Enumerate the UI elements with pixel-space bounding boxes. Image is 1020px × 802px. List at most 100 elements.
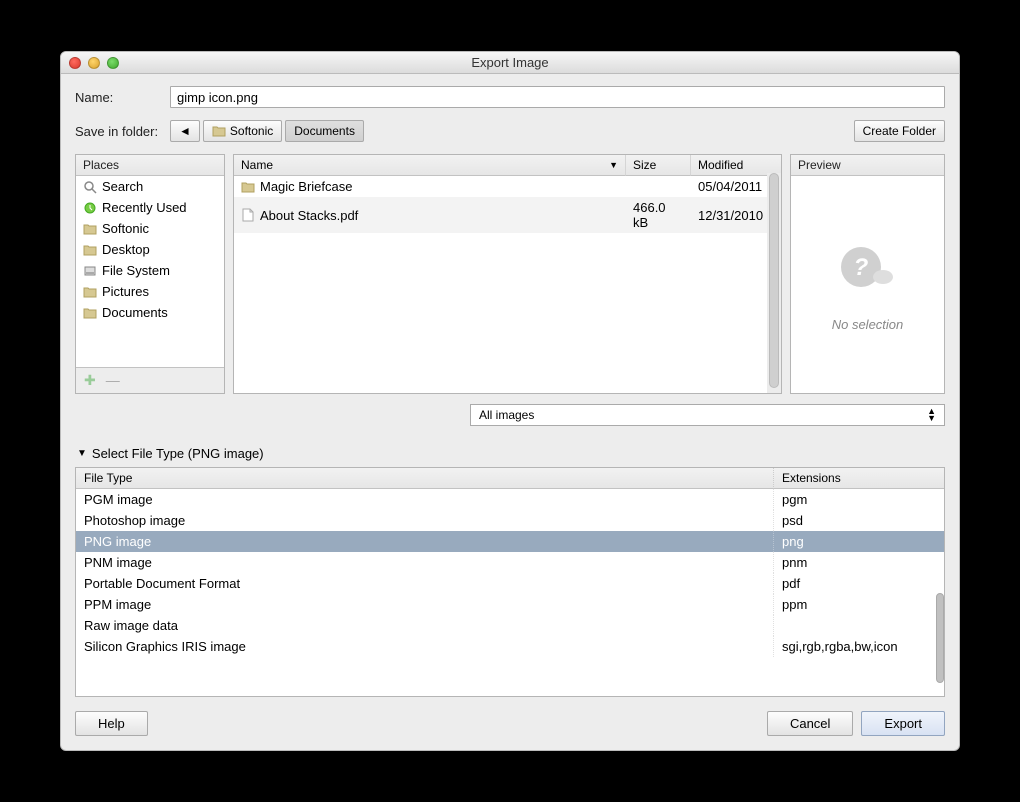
breadcrumb: ◄ Softonic Documents bbox=[170, 120, 364, 142]
folder-icon bbox=[83, 243, 97, 257]
file-size bbox=[626, 179, 691, 194]
search-icon bbox=[83, 180, 97, 194]
preview-noselection-label: No selection bbox=[832, 317, 904, 332]
filename-input[interactable] bbox=[170, 86, 945, 108]
file-type-row[interactable]: Photoshop imagepsd bbox=[76, 510, 944, 531]
export-button[interactable]: Export bbox=[861, 711, 945, 736]
file-row[interactable]: About Stacks.pdf466.0 kB12/31/2010 bbox=[234, 197, 781, 233]
file-filter-select[interactable]: All images ▲▼ bbox=[470, 404, 945, 426]
file-type-row[interactable]: PGM imagepgm bbox=[76, 489, 944, 510]
places-item[interactable]: File System bbox=[76, 260, 224, 281]
export-dialog: Export Image Name: Save in folder: ◄ Sof… bbox=[60, 51, 960, 751]
file-type-name: Photoshop image bbox=[76, 510, 774, 531]
file-icon bbox=[241, 208, 255, 222]
recent-icon bbox=[83, 201, 97, 215]
titlebar: Export Image bbox=[61, 52, 959, 74]
file-type-panel: File Type Extensions PGM imagepgmPhotosh… bbox=[75, 467, 945, 697]
file-row[interactable]: Magic Briefcase05/04/2011 bbox=[234, 176, 781, 197]
places-item-label: Pictures bbox=[102, 284, 149, 299]
file-filter-value: All images bbox=[479, 408, 534, 422]
file-type-name: Raw image data bbox=[76, 615, 774, 636]
file-type-ext bbox=[774, 615, 944, 636]
file-type-ext: pdf bbox=[774, 573, 944, 594]
file-type-name: Silicon Graphics IRIS image bbox=[76, 636, 774, 657]
create-folder-button[interactable]: Create Folder bbox=[854, 120, 945, 142]
sort-desc-icon: ▼ bbox=[609, 160, 618, 170]
preview-header: Preview bbox=[791, 155, 944, 176]
file-type-list[interactable]: PGM imagepgmPhotoshop imagepsdPNG imagep… bbox=[76, 489, 944, 696]
help-button[interactable]: Help bbox=[75, 711, 148, 736]
file-type-ext: sgi,rgb,rgba,bw,icon bbox=[774, 636, 944, 657]
name-row: Name: bbox=[75, 86, 945, 108]
file-type-scroll-thumb[interactable] bbox=[936, 593, 944, 683]
file-list[interactable]: Magic Briefcase05/04/2011 About Stacks.pd… bbox=[234, 176, 781, 393]
folder-icon bbox=[83, 306, 97, 320]
places-footer: ✚ — bbox=[76, 367, 224, 393]
file-type-name: PNG image bbox=[76, 531, 774, 552]
places-item-label: Recently Used bbox=[102, 200, 187, 215]
places-item[interactable]: Softonic bbox=[76, 218, 224, 239]
add-place-button[interactable]: ✚ bbox=[84, 372, 96, 389]
folder-icon bbox=[212, 124, 226, 138]
chevron-left-icon: ◄ bbox=[179, 124, 191, 138]
select-arrows-icon: ▲▼ bbox=[927, 408, 936, 422]
folder-row: Save in folder: ◄ Softonic Documents Cre… bbox=[75, 120, 945, 142]
column-extensions[interactable]: Extensions bbox=[774, 468, 944, 489]
places-item[interactable]: Search bbox=[76, 176, 224, 197]
file-type-row[interactable]: Silicon Graphics IRIS imagesgi,rgb,rgba,… bbox=[76, 636, 944, 657]
file-list-scrollbar[interactable] bbox=[767, 173, 781, 393]
file-type-name: PPM image bbox=[76, 594, 774, 615]
breadcrumb-back-button[interactable]: ◄ bbox=[170, 120, 200, 142]
preview-panel: Preview ? No selection bbox=[790, 154, 945, 394]
file-name: About Stacks.pdf bbox=[260, 208, 358, 223]
places-item-label: Documents bbox=[102, 305, 168, 320]
places-list[interactable]: Search Recently Used Softonic Desktop File S… bbox=[76, 176, 224, 367]
file-type-ext: psd bbox=[774, 510, 944, 531]
column-file-type[interactable]: File Type bbox=[76, 468, 774, 489]
places-item-label: Search bbox=[102, 179, 143, 194]
column-name[interactable]: Name ▼ bbox=[234, 155, 626, 176]
file-type-row[interactable]: Portable Document Formatpdf bbox=[76, 573, 944, 594]
folder-icon bbox=[241, 180, 255, 194]
file-name: Magic Briefcase bbox=[260, 179, 352, 194]
file-list-scroll-thumb[interactable] bbox=[769, 173, 779, 388]
folder-label: Save in folder: bbox=[75, 124, 170, 139]
file-type-expander[interactable]: ▼ Select File Type (PNG image) bbox=[75, 442, 945, 465]
places-item[interactable]: Documents bbox=[76, 302, 224, 323]
file-type-ext: png bbox=[774, 531, 944, 552]
places-item[interactable]: Recently Used bbox=[76, 197, 224, 218]
breadcrumb-item-softonic[interactable]: Softonic bbox=[203, 120, 282, 142]
file-list-header: Name ▼ Size Modified bbox=[234, 155, 781, 176]
file-type-name: PNM image bbox=[76, 552, 774, 573]
file-type-ext: pgm bbox=[774, 489, 944, 510]
places-header: Places bbox=[76, 155, 224, 176]
file-type-ext: pnm bbox=[774, 552, 944, 573]
expander-arrow-icon: ▼ bbox=[77, 448, 87, 459]
window-title: Export Image bbox=[61, 55, 959, 70]
file-type-ext: ppm bbox=[774, 594, 944, 615]
file-type-name: Portable Document Format bbox=[76, 573, 774, 594]
cancel-button[interactable]: Cancel bbox=[767, 711, 853, 736]
file-type-row[interactable]: PNG imagepng bbox=[76, 531, 944, 552]
places-item-label: File System bbox=[102, 263, 170, 278]
places-item[interactable]: Desktop bbox=[76, 239, 224, 260]
file-type-row[interactable]: PPM imageppm bbox=[76, 594, 944, 615]
file-list-panel: Name ▼ Size Modified Magic Briefcase05/0… bbox=[233, 154, 782, 394]
file-type-row[interactable]: Raw image data bbox=[76, 615, 944, 636]
file-type-name: PGM image bbox=[76, 489, 774, 510]
name-label: Name: bbox=[75, 90, 170, 105]
places-item-label: Desktop bbox=[102, 242, 150, 257]
places-item-label: Softonic bbox=[102, 221, 149, 236]
places-panel: Places Search Recently Used Softonic Deskto… bbox=[75, 154, 225, 394]
svg-text:?: ? bbox=[853, 254, 868, 281]
disk-icon bbox=[83, 264, 97, 278]
file-type-row[interactable]: PNM imagepnm bbox=[76, 552, 944, 573]
remove-place-button[interactable]: — bbox=[106, 372, 120, 389]
file-size: 466.0 kB bbox=[626, 200, 691, 230]
folder-icon bbox=[83, 222, 97, 236]
column-size[interactable]: Size bbox=[626, 155, 691, 176]
breadcrumb-item-documents[interactable]: Documents bbox=[285, 120, 364, 142]
folder-icon bbox=[83, 285, 97, 299]
question-mascot-icon: ? bbox=[833, 237, 903, 297]
places-item[interactable]: Pictures bbox=[76, 281, 224, 302]
